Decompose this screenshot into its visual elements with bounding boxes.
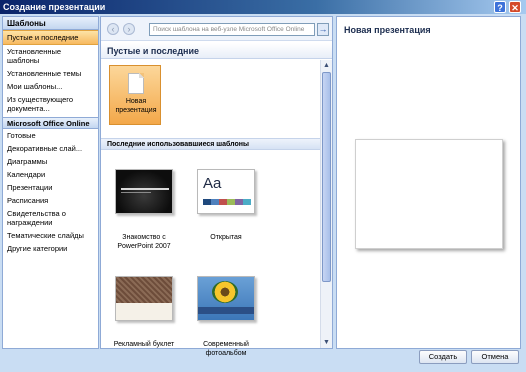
sidebar-item-blank-recent[interactable]: Пустые и последние bbox=[3, 30, 98, 45]
thumb-title-line bbox=[121, 188, 169, 190]
template-label-intro-powerpoint: Знакомство с PowerPoint 2007 bbox=[117, 234, 171, 250]
thumb-subtitle-line bbox=[121, 192, 151, 193]
template-label-photo-album: Современный фотоальбом bbox=[203, 341, 249, 357]
thumb-content-band bbox=[116, 303, 172, 320]
blank-document-icon bbox=[128, 73, 144, 94]
font-sample-text: Aa bbox=[203, 175, 222, 192]
back-arrow-icon[interactable]: ‹ bbox=[107, 23, 119, 35]
sidebar-item-from-existing[interactable]: Из существующего документа... bbox=[3, 93, 98, 115]
preview-pane: Новая презентация bbox=[336, 16, 521, 349]
help-button[interactable]: ? bbox=[494, 1, 506, 13]
sidebar-item-installed-themes[interactable]: Установленные темы bbox=[3, 67, 98, 80]
cancel-button[interactable]: Отмена bbox=[471, 350, 519, 364]
scroll-up-arrow-icon[interactable]: ▲ bbox=[321, 60, 332, 71]
swatch-1 bbox=[203, 199, 211, 205]
template-thumb-open[interactable]: Aa bbox=[197, 169, 255, 214]
templates-sidebar: Шаблоны Пустые и последние Установленные… bbox=[2, 16, 99, 349]
sidebar-item-presentations[interactable]: Презентации bbox=[3, 181, 98, 194]
templates-gallery: ‹ › Поиск шаблона на веб-узле Microsoft … bbox=[100, 16, 333, 357]
forward-arrow-icon[interactable]: › bbox=[123, 23, 135, 35]
window-title: Создание презентации bbox=[3, 2, 106, 12]
recent-templates-header: Последние использовавшиеся шаблоны bbox=[101, 138, 320, 150]
sidebar-item-themed-slides[interactable]: Тематические слайды bbox=[3, 229, 98, 242]
swatch-2 bbox=[211, 199, 219, 205]
sidebar-item-other-categories[interactable]: Другие категории bbox=[3, 242, 98, 255]
template-thumb-photo-album[interactable] bbox=[197, 276, 255, 321]
template-label-open: Открытая bbox=[210, 234, 242, 241]
preview-title: Новая презентация bbox=[344, 25, 431, 35]
template-thumb-ad-booklet[interactable] bbox=[115, 276, 173, 321]
swatch-4 bbox=[227, 199, 235, 205]
new-presentation-label: Новая презентация bbox=[115, 98, 157, 114]
sidebar-item-schedules[interactable]: Расписания bbox=[3, 194, 98, 207]
scroll-down-arrow-icon[interactable]: ▼ bbox=[321, 337, 332, 348]
gallery-scrollbar[interactable]: ▲ ▼ bbox=[320, 60, 332, 348]
window-title-bar: Создание презентации ? ✕ bbox=[0, 0, 526, 14]
sidebar-item-design-slides[interactable]: Декоративные слай... bbox=[3, 142, 98, 155]
dialog-body: Шаблоны Пустые и последние Установленные… bbox=[0, 14, 526, 372]
sidebar-header: Шаблоны bbox=[3, 17, 98, 30]
blank-slide-preview bbox=[355, 139, 503, 249]
sidebar-item-awards[interactable]: Свидетельства о награждении bbox=[3, 207, 98, 229]
swatch-6 bbox=[243, 199, 251, 205]
sidebar-item-calendars[interactable]: Календари bbox=[3, 168, 98, 181]
new-presentation-tile[interactable]: Новая презентация bbox=[109, 65, 161, 125]
sidebar-online-header: Microsoft Office Online bbox=[3, 117, 98, 129]
sunflower-image bbox=[212, 281, 238, 303]
close-button[interactable]: ✕ bbox=[509, 1, 521, 13]
search-go-arrow-icon[interactable]: → bbox=[317, 23, 329, 36]
thumb-caption-band bbox=[198, 307, 254, 314]
sidebar-item-my-templates[interactable]: Мои шаблоны... bbox=[3, 80, 98, 93]
template-thumb-intro-powerpoint[interactable] bbox=[115, 169, 173, 214]
gallery-toolbar: ‹ › Поиск шаблона на веб-узле Microsoft … bbox=[101, 17, 332, 41]
swatch-3 bbox=[219, 199, 227, 205]
sidebar-item-installed-templates[interactable]: Установленные шаблоны bbox=[3, 45, 98, 67]
template-search-input[interactable]: Поиск шаблона на веб-узле Microsoft Offi… bbox=[149, 23, 315, 36]
template-label-ad-booklet: Рекламный буклет bbox=[113, 341, 175, 348]
gallery-title: Пустые и последние bbox=[101, 43, 332, 59]
color-swatch-bar bbox=[203, 199, 251, 205]
create-button[interactable]: Создать bbox=[419, 350, 467, 364]
sidebar-item-diagrams[interactable]: Диаграммы bbox=[3, 155, 98, 168]
sidebar-item-featured[interactable]: Готовые bbox=[3, 129, 98, 142]
scroll-thumb[interactable] bbox=[322, 72, 331, 282]
swatch-5 bbox=[235, 199, 243, 205]
